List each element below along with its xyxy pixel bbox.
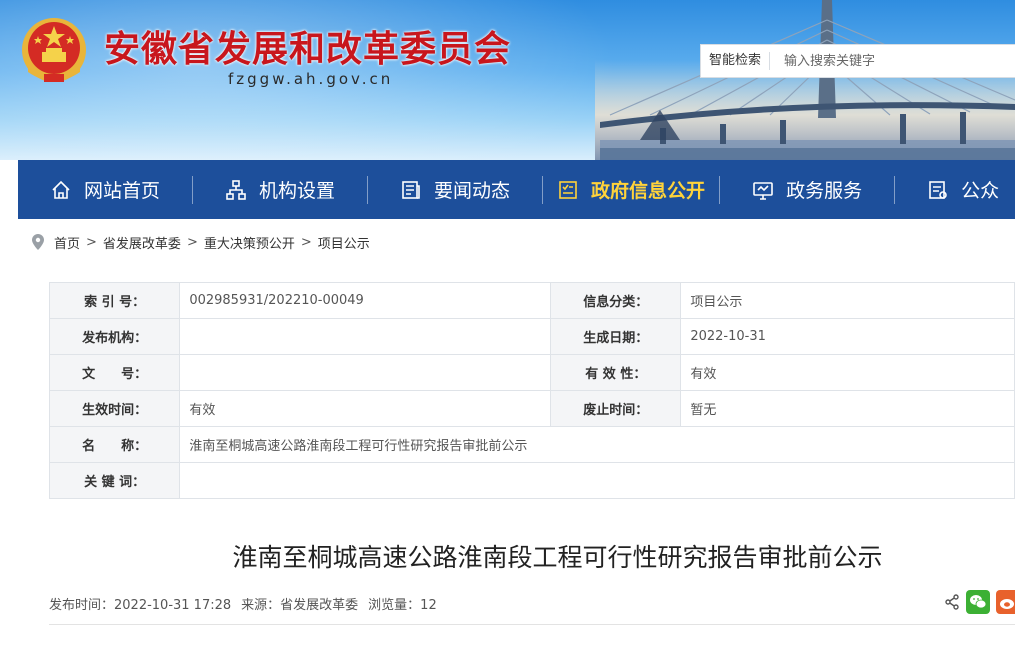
site-domain: fzggw.ah.gov.cn bbox=[228, 70, 394, 88]
share-bar bbox=[944, 590, 1015, 614]
nav-label-organization: 机构设置 bbox=[259, 180, 336, 202]
breadcrumb-project-notice[interactable]: 项目公示 bbox=[318, 233, 370, 252]
search-input[interactable] bbox=[782, 52, 987, 70]
nav-label-open-info: 政府信息公开 bbox=[591, 180, 706, 202]
nav-label-news: 要闻动态 bbox=[434, 180, 511, 202]
info-table: 索 引 号： 002985931/202210-00049 信息分类： 项目公示… bbox=[48, 282, 1015, 499]
nav-divider bbox=[719, 175, 721, 204]
weibo-icon bbox=[1000, 599, 1014, 609]
nav-item-home[interactable]: 网站首页 bbox=[50, 160, 160, 219]
nav-item-open-info[interactable]: 政府信息公开 bbox=[557, 160, 705, 219]
effective-time-value: 有效 bbox=[179, 390, 552, 427]
created-date-value: 2022-10-31 bbox=[680, 318, 1015, 355]
location-pin-icon bbox=[32, 234, 44, 250]
created-date-label: 生成日期： bbox=[550, 318, 682, 355]
effective-time-label: 生效时间： bbox=[48, 390, 181, 427]
table-row: 名 称： 淮南至桐城高速公路淮南段工程可行性研究报告审批前公示 bbox=[48, 426, 1015, 463]
search-box: 智能检索 bbox=[700, 44, 1015, 78]
wechat-share-button[interactable] bbox=[966, 590, 990, 614]
publisher-value bbox=[179, 318, 552, 355]
weibo-share-button[interactable] bbox=[996, 590, 1015, 614]
category-label: 信息分类： bbox=[550, 282, 682, 319]
article-title: 淮南至桐城高速公路淮南段工程可行性研究报告审批前公示 bbox=[232, 543, 883, 572]
index-label: 索 引 号： bbox=[48, 282, 181, 319]
document-icon bbox=[929, 180, 947, 199]
keywords-value bbox=[179, 462, 1015, 499]
name-label: 名 称： bbox=[48, 426, 181, 463]
validity-label: 有 效 性： bbox=[550, 354, 682, 391]
nav-divider bbox=[894, 175, 896, 204]
view-count: 浏览量：12 bbox=[368, 598, 437, 613]
open-info-icon bbox=[559, 180, 577, 199]
breadcrumb-decision-disclosure[interactable]: 重大决策预公开 bbox=[204, 233, 295, 252]
breadcrumb-commission[interactable]: 省发展改革委 bbox=[103, 233, 181, 252]
monitor-icon bbox=[753, 181, 773, 200]
site-title: 安徽省发展和改革委员会 bbox=[104, 29, 512, 70]
header-banner: 安徽省发展和改革委员会 fzggw.ah.gov.cn 智能检索 bbox=[0, 0, 1015, 160]
nav-divider bbox=[192, 175, 194, 204]
smart-search-label[interactable]: 智能检索 bbox=[701, 52, 771, 70]
expiry-time-value: 暂无 bbox=[680, 390, 1015, 427]
index-value: 002985931/202210-00049 bbox=[179, 282, 552, 319]
nav-item-public[interactable]: 公众 bbox=[927, 160, 999, 219]
validity-value: 有效 bbox=[680, 354, 1015, 391]
expiry-time-label: 废止时间： bbox=[550, 390, 682, 427]
nav-item-news[interactable]: 要闻动态 bbox=[400, 160, 510, 219]
main-nav: 网站首页 机构设置 要闻动态 政府信息公开 政务服务 公众 bbox=[18, 160, 1015, 219]
meta-divider bbox=[49, 624, 1015, 625]
name-value: 淮南至桐城高速公路淮南段工程可行性研究报告审批前公示 bbox=[179, 426, 1015, 463]
org-chart-icon bbox=[226, 179, 246, 200]
table-row: 关 键 词： bbox=[48, 462, 1015, 499]
table-row: 发布机构： 生成日期： 2022-10-31 bbox=[48, 318, 1015, 355]
keywords-label: 关 键 词： bbox=[48, 462, 181, 499]
publisher-label: 发布机构： bbox=[48, 318, 181, 355]
breadcrumb-home[interactable]: 首页 bbox=[54, 233, 80, 252]
nav-label-home: 网站首页 bbox=[84, 180, 161, 202]
publish-time: 发布时间：2022-10-31 17:28 bbox=[49, 598, 232, 613]
breadcrumb: 首页 > 省发展改革委 > 重大决策预公开 > 项目公示 bbox=[32, 232, 370, 252]
national-emblem-icon bbox=[22, 18, 86, 82]
wechat-icon bbox=[970, 595, 987, 609]
breadcrumb-separator: > bbox=[86, 234, 97, 250]
table-row: 文 号： 有 效 性： 有效 bbox=[48, 354, 1015, 391]
nav-item-organization[interactable]: 机构设置 bbox=[225, 160, 335, 219]
nav-divider bbox=[542, 175, 544, 204]
table-row: 索 引 号： 002985931/202210-00049 信息分类： 项目公示 bbox=[48, 282, 1015, 319]
nav-label-public: 公众 bbox=[961, 180, 1000, 202]
share-icon[interactable] bbox=[944, 594, 960, 610]
nav-divider bbox=[367, 175, 369, 204]
table-row: 生效时间： 有效 废止时间： 暂无 bbox=[48, 390, 1015, 427]
article-source: 来源：省发展改革委 bbox=[241, 598, 359, 613]
nav-item-services[interactable]: 政务服务 bbox=[752, 160, 862, 219]
nav-label-services: 政务服务 bbox=[786, 180, 863, 202]
home-icon bbox=[52, 180, 70, 199]
breadcrumb-separator: > bbox=[300, 234, 312, 250]
category-value: 项目公示 bbox=[680, 282, 1015, 319]
bridge-illustration bbox=[600, 0, 1015, 160]
news-icon bbox=[402, 180, 420, 199]
doc-number-label: 文 号： bbox=[48, 354, 181, 391]
breadcrumb-separator: > bbox=[186, 234, 198, 250]
article-meta: 发布时间：2022-10-31 17:28 来源：省发展改革委 浏览量：12 bbox=[49, 594, 437, 613]
doc-number-value bbox=[179, 354, 552, 391]
